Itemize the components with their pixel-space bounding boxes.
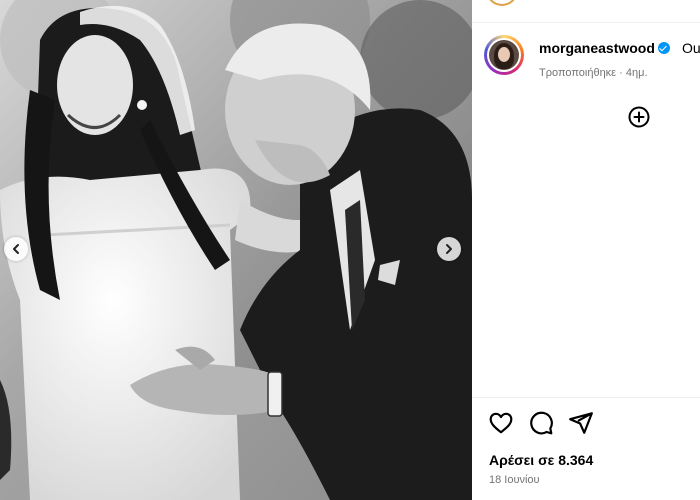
avatar-face — [498, 47, 510, 62]
comment-icon — [530, 411, 553, 435]
avatar[interactable] — [484, 35, 524, 75]
post-header: morganeastwood Our p Τροποποιήθηκε · 4ημ… — [484, 32, 700, 82]
username-link[interactable]: morganeastwood — [539, 40, 670, 56]
next-photo-button[interactable] — [437, 237, 461, 261]
likes-count[interactable]: Αρέσει σε 8.364 — [489, 452, 593, 468]
share-icon — [569, 412, 593, 434]
like-button[interactable] — [488, 410, 514, 436]
post-date[interactable]: 18 Ιουνίου — [489, 474, 540, 486]
avatar-image — [489, 40, 519, 70]
previous-photo-button[interactable] — [4, 237, 28, 261]
avatar-frame — [487, 38, 521, 72]
previous-comment-sliver — [472, 0, 700, 23]
chevron-right-icon — [446, 244, 452, 254]
add-comment-button[interactable] — [628, 106, 650, 128]
caption-text: Our p — [682, 40, 700, 56]
separator-dot: · — [616, 67, 626, 79]
edited-label: Τροποποιήθηκε — [539, 67, 617, 79]
chevron-left-icon — [13, 244, 19, 254]
verified-badge-icon — [657, 42, 670, 54]
time-ago[interactable]: 4ημ. — [626, 67, 648, 79]
heart-icon — [489, 412, 513, 434]
share-button[interactable] — [568, 410, 594, 436]
username-text: morganeastwood — [539, 40, 655, 56]
mini-avatar-ring — [486, 0, 518, 6]
comment-button[interactable] — [528, 410, 554, 436]
post-photo[interactable] — [0, 0, 472, 500]
actions-divider — [472, 397, 700, 398]
post-side-panel: morganeastwood Our p Τροποποιήθηκε · 4ημ… — [472, 0, 700, 500]
plus-circle-icon — [628, 106, 650, 128]
edited-timestamp: Τροποποιήθηκε · 4ημ. — [539, 67, 648, 79]
photo-image — [0, 0, 472, 500]
